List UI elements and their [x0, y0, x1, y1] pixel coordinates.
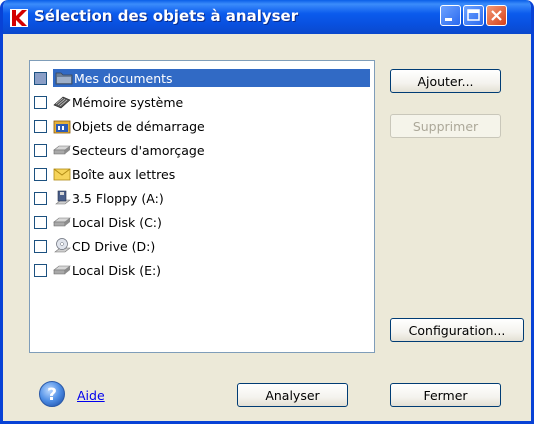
- checkbox[interactable]: [34, 263, 47, 277]
- list-item-label: Mémoire système: [72, 94, 184, 110]
- help-link[interactable]: Aide: [77, 388, 105, 403]
- list-item[interactable]: Boîte aux lettres: [34, 165, 370, 183]
- help-icon[interactable]: ?: [38, 380, 66, 408]
- scan-button[interactable]: Analyser: [237, 383, 348, 407]
- list-item[interactable]: Local Disk (C:): [34, 213, 370, 231]
- checkbox[interactable]: [34, 95, 47, 109]
- list-item-label: Boîte aux lettres: [72, 166, 176, 182]
- list-item-label: Secteurs d'amorçage: [72, 142, 205, 158]
- folder-icon: [55, 70, 73, 86]
- list-item[interactable]: CD Drive (D:): [34, 237, 370, 255]
- maximize-button[interactable]: [463, 5, 484, 26]
- list-item[interactable]: Local Disk (E:): [34, 261, 370, 279]
- memory-chip-icon: [53, 94, 71, 110]
- add-button[interactable]: Ajouter...: [390, 69, 501, 93]
- checkbox[interactable]: [34, 215, 47, 229]
- disk-drive-icon: [53, 262, 71, 278]
- checkbox[interactable]: [34, 119, 47, 133]
- floppy-drive-icon: [53, 190, 71, 206]
- checkbox[interactable]: [34, 167, 47, 181]
- disk-drive-icon: [53, 214, 71, 230]
- list-item[interactable]: Mémoire système: [34, 93, 370, 111]
- disk-drive-icon: [53, 142, 71, 158]
- kaspersky-logo-icon: [10, 9, 28, 27]
- checkbox[interactable]: [34, 143, 47, 157]
- checkbox[interactable]: [34, 191, 47, 205]
- minimize-button[interactable]: [440, 5, 461, 26]
- list-item[interactable]: Objets de démarrage: [34, 117, 370, 135]
- envelope-icon: [53, 166, 71, 182]
- close-button[interactable]: Fermer: [390, 383, 501, 407]
- list-item-label: Objets de démarrage: [72, 118, 205, 134]
- maximize-icon: [467, 9, 480, 21]
- title-bar[interactable]: Sélection des objets à analyser: [3, 0, 531, 34]
- cd-drive-icon: [53, 238, 71, 254]
- list-item[interactable]: Secteurs d'amorçage: [34, 141, 370, 159]
- startup-objects-icon: [53, 118, 71, 134]
- list-item-label: 3.5 Floppy (A:): [72, 190, 164, 206]
- minimize-icon: [445, 18, 452, 21]
- list-item-label: Local Disk (E:): [72, 262, 162, 278]
- remove-button[interactable]: Supprimer: [390, 114, 501, 138]
- scan-objects-list[interactable]: Mes documents Mémoire système Objets de …: [29, 60, 375, 353]
- list-item[interactable]: Mes documents: [34, 69, 370, 87]
- list-item-label: CD Drive (D:): [72, 238, 156, 254]
- list-item-label: Mes documents: [74, 70, 173, 86]
- checkbox[interactable]: [34, 71, 47, 85]
- configuration-button[interactable]: Configuration...: [390, 318, 524, 342]
- checkbox[interactable]: [34, 239, 47, 253]
- list-item[interactable]: 3.5 Floppy (A:): [34, 189, 370, 207]
- close-icon: [491, 10, 502, 21]
- window-title: Sélection des objets à analyser: [34, 7, 299, 25]
- svg-text:?: ?: [47, 385, 57, 405]
- close-window-button[interactable]: [486, 5, 507, 26]
- list-item-label: Local Disk (C:): [72, 214, 162, 230]
